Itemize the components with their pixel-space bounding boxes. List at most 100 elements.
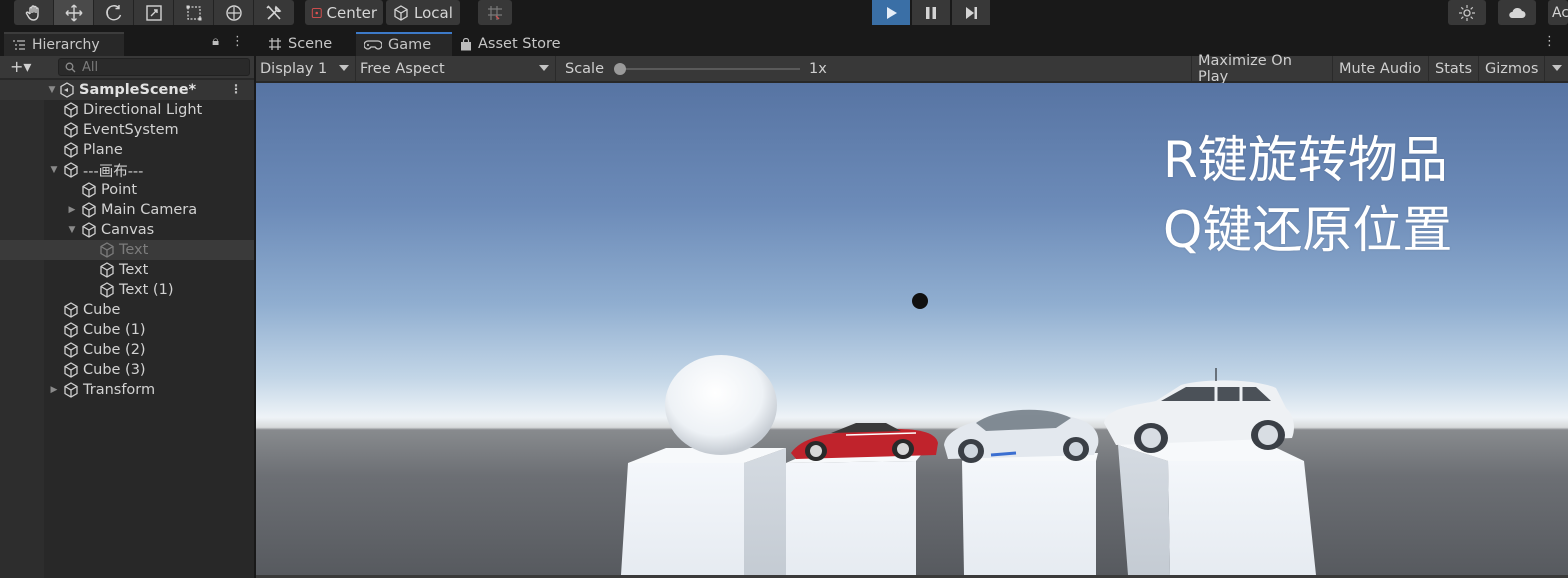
display-dropdown[interactable]: Display 1: [256, 56, 356, 81]
hierarchy-search-input[interactable]: All: [58, 58, 250, 76]
tab-game[interactable]: Game: [356, 32, 452, 56]
hierarchy-item-label: Text: [119, 262, 149, 278]
collapse-arrow-icon[interactable]: ▶: [66, 205, 78, 215]
search-icon: [65, 62, 76, 72]
tab-hierarchy[interactable]: Hierarchy: [4, 32, 124, 56]
hierarchy-item-label: EventSystem: [83, 122, 179, 138]
hierarchy-item[interactable]: Cube (2): [0, 340, 254, 360]
unity-scene-icon: [60, 82, 74, 98]
step-button[interactable]: [952, 0, 990, 25]
pivot-mode-button[interactable]: Center: [305, 0, 383, 25]
gameobject-cube-icon: [100, 282, 114, 298]
hierarchy-item-label: Cube (3): [83, 362, 146, 378]
hierarchy-item[interactable]: Text (1): [0, 280, 254, 300]
cloud-button[interactable]: [1498, 0, 1536, 25]
gameobject-cube-icon: [64, 362, 78, 378]
grid-snap-button[interactable]: [478, 0, 512, 25]
tools-icon: [266, 4, 282, 20]
pivot-center-icon: [311, 7, 322, 18]
hierarchy-search-row: +▾ All: [0, 56, 254, 78]
expand-arrow-icon[interactable]: ▼: [48, 165, 60, 175]
cube-pedestal: [621, 448, 786, 575]
gameobject-cube-icon: [64, 302, 78, 318]
hand-icon: [25, 4, 39, 21]
play-controls: [872, 0, 990, 25]
step-icon: [966, 6, 977, 19]
gameobject-cube-icon: [64, 322, 78, 338]
gizmos-dropdown[interactable]: [1544, 56, 1568, 81]
expand-arrow-icon[interactable]: ▼: [66, 225, 78, 235]
game-viewport[interactable]: R键旋转物品 Q键还原位置: [256, 83, 1568, 575]
account-button[interactable]: Ac: [1548, 0, 1568, 25]
hierarchy-item[interactable]: ▼ ---画布---: [0, 160, 254, 180]
gizmos-label: Gizmos: [1485, 60, 1539, 77]
custom-tool-button[interactable]: [254, 0, 294, 25]
hierarchy-item[interactable]: Text: [0, 240, 254, 260]
lock-icon[interactable]: 🔒︎: [212, 34, 219, 49]
pause-icon: [926, 6, 936, 19]
gamepad-icon: [364, 40, 382, 50]
collapse-arrow-icon[interactable]: ▶: [48, 385, 60, 395]
scene-menu-icon[interactable]: ⋮: [230, 82, 242, 96]
gameobject-cube-icon: [64, 122, 78, 138]
gameobject-cube-icon: [82, 222, 96, 238]
scene-name: SampleScene*: [79, 82, 197, 98]
red-sports-car: [791, 423, 938, 461]
gameobject-cube-icon: [64, 382, 78, 398]
hierarchy-item[interactable]: Text: [0, 260, 254, 280]
mute-audio-button[interactable]: Mute Audio: [1332, 56, 1428, 81]
hand-tool-button[interactable]: [14, 0, 54, 25]
local-cube-icon: [394, 4, 408, 21]
rect-tool-button[interactable]: [174, 0, 214, 25]
hierarchy-item[interactable]: Cube: [0, 300, 254, 320]
caret-down-icon: [339, 65, 349, 71]
gameobject-cube-icon: [100, 242, 114, 258]
grid-snap-icon: [488, 5, 502, 20]
hierarchy-item[interactable]: Cube (3): [0, 360, 254, 380]
hierarchy-item[interactable]: ▶ Main Camera: [0, 200, 254, 220]
hierarchy-item[interactable]: Plane: [0, 140, 254, 160]
play-button[interactable]: [872, 0, 910, 25]
view-kebab-menu-icon[interactable]: ⋮: [1543, 34, 1556, 49]
aspect-dropdown[interactable]: Free Aspect: [356, 56, 556, 81]
pivot-rotation-button[interactable]: Local: [386, 0, 460, 25]
stats-button[interactable]: Stats: [1428, 56, 1478, 81]
tab-scene[interactable]: Scene: [260, 32, 356, 56]
scale-slider-knob[interactable]: [614, 63, 626, 75]
hierarchy-panel: Hierarchy 🔒︎ ⋮ +▾ All ▼ SampleScene* ⋮ D…: [0, 30, 254, 578]
rect-icon: [186, 5, 201, 20]
rotate-tool-button[interactable]: [94, 0, 134, 25]
hierarchy-item[interactable]: Cube (1): [0, 320, 254, 340]
cube-pedestal: [962, 453, 1098, 575]
services-button[interactable]: [1448, 0, 1486, 25]
add-object-button[interactable]: +▾: [10, 57, 31, 76]
kebab-menu-icon[interactable]: ⋮: [231, 34, 244, 49]
hierarchy-item[interactable]: Directional Light: [0, 100, 254, 120]
hierarchy-item-label: Cube (2): [83, 342, 146, 358]
tab-asset-store[interactable]: Asset Store: [452, 32, 570, 56]
hierarchy-item-label: Cube (1): [83, 322, 146, 338]
scale-slider-track[interactable]: [620, 68, 800, 70]
caret-down-icon: [539, 65, 549, 71]
transform-icon: [225, 4, 242, 21]
hierarchy-tab-icons: 🔒︎ ⋮: [212, 34, 244, 49]
maximize-on-play-button[interactable]: Maximize On Play: [1191, 53, 1331, 85]
account-label: Ac: [1552, 4, 1568, 21]
gizmos-button[interactable]: Gizmos: [1478, 56, 1544, 81]
scene-root-row[interactable]: ▼ SampleScene* ⋮: [0, 80, 254, 100]
hierarchy-item[interactable]: ▼ Canvas: [0, 220, 254, 240]
transform-tool-button[interactable]: [214, 0, 254, 25]
move-tool-button[interactable]: [54, 0, 94, 25]
hierarchy-tab-label: Hierarchy: [32, 37, 100, 53]
pause-button[interactable]: [912, 0, 950, 25]
hierarchy-item[interactable]: EventSystem: [0, 120, 254, 140]
stats-label: Stats: [1435, 60, 1473, 77]
hierarchy-item-label: Directional Light: [83, 102, 203, 118]
expand-arrow-icon[interactable]: ▼: [46, 85, 58, 95]
hierarchy-item[interactable]: ▶ Transform: [0, 380, 254, 400]
hierarchy-item-label: Text: [119, 242, 149, 258]
white-suv-car: [1104, 368, 1294, 453]
scale-tool-button[interactable]: [134, 0, 174, 25]
hierarchy-item[interactable]: Point: [0, 180, 254, 200]
gameobject-cube-icon: [82, 182, 96, 198]
